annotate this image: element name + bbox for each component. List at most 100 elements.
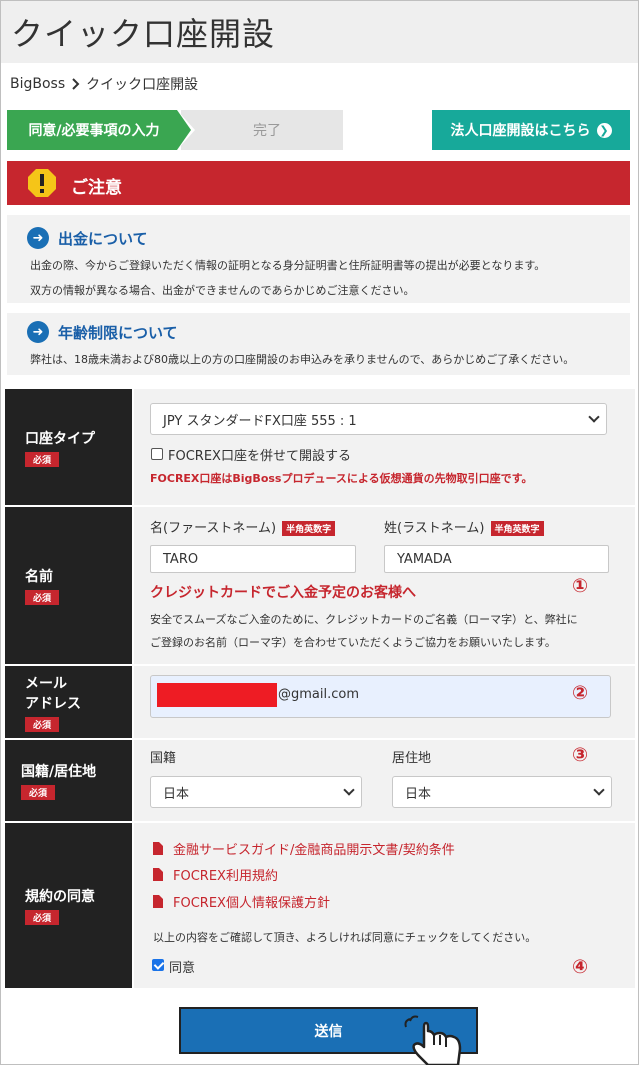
terms-link-2-label: FOCREX利用規約	[173, 869, 278, 884]
email-value: @gmail.com	[278, 687, 360, 702]
withdrawal-line-1: 出金の際、今からご登録いただく情報の証明となる身分証明書と住所証明書等の提出が必…	[30, 259, 546, 272]
last-name-input[interactable]: YAMADA	[384, 545, 609, 573]
credit-card-note: 安全でスムーズなご入金のために、クレジットカードのご名義（ローマ字）と、弊社に …	[150, 608, 578, 654]
document-icon	[153, 842, 163, 855]
required-badge: 必須	[21, 785, 55, 800]
email-cell: @gmail.com ②	[134, 666, 635, 738]
withdrawal-info-box: ➜ 出金について 出金の際、今からご登録いただく情報の証明となる身分証明書と住所…	[7, 215, 630, 303]
terms-link-1[interactable]: 金融サービスガイド/金融商品開示文書/契約条件	[153, 839, 455, 858]
required-badge: 必須	[25, 910, 59, 925]
progress-steps: 同意/必要事項の入力 完了	[7, 110, 343, 150]
country-label-cell: 国籍/居住地 必須	[5, 740, 132, 821]
marker-4: ④	[572, 956, 589, 978]
credit-card-heading: クレジットカードでご入金予定のお客様へ	[150, 585, 416, 601]
marker-2: ②	[572, 682, 589, 704]
breadcrumb-current: クイック口座開設	[86, 77, 199, 93]
title-bar: クイック口座開設	[1, 1, 638, 63]
notice-title: ご注意	[71, 178, 122, 198]
page-title: クイック口座開設	[11, 15, 276, 53]
credit-card-note-line-1: 安全でスムーズなご入金のために、クレジットカードのご名義（ローマ字）と、弊社に	[150, 613, 578, 626]
corporate-account-label: 法人口座開設はこちら	[450, 123, 591, 139]
email-label-line-2: アドレス	[25, 695, 81, 712]
terms-label: 規約の同意	[25, 889, 95, 905]
terms-instruction: 以上の内容をご確認して頂き、よろしければ同意にチェックをしてください。	[153, 931, 537, 944]
focrex-note: FOCREX口座はBigBossプロデュースによる仮想通貨の先物取引口座です。	[150, 472, 533, 485]
step-complete: 完了	[181, 110, 343, 150]
corporate-account-button[interactable]: 法人口座開設はこちら ❯	[432, 110, 630, 150]
terms-cell: 金融サービスガイド/金融商品開示文書/契約条件 FOCREX利用規約 FOCRE…	[134, 823, 635, 988]
pointing-hand-cursor-icon	[404, 1015, 462, 1065]
residence-value: 日本	[405, 786, 432, 802]
account-type-select[interactable]: JPY スタンダードFX口座 555 : 1	[150, 403, 607, 435]
last-name-value: YAMADA	[397, 551, 452, 567]
name-label-cell: 名前 必須	[5, 507, 132, 664]
notice-banner: ご注意	[7, 161, 630, 205]
first-name-label-wrap: 名(ファーストネーム) 半角英数字	[150, 517, 336, 536]
email-row: メール アドレス 必須 @gmail.com ②	[5, 666, 635, 738]
required-badge: 必須	[25, 451, 59, 467]
required-badge: 必須	[25, 716, 59, 732]
step-arrow	[177, 110, 191, 150]
first-name-input[interactable]: TARO	[150, 545, 356, 573]
terms-link-3-label: FOCREX個人情報保護方針	[173, 896, 330, 911]
account-type-cell: JPY スタンダードFX口座 555 : 1 FOCREX口座を併せて開設する …	[134, 389, 635, 505]
account-type-label-cell: 口座タイプ 必須	[5, 389, 132, 505]
name-cell: 名(ファーストネーム) 半角英数字 姓(ラストネーム) 半角英数字 TARO YAM…	[134, 507, 635, 664]
first-name-label: 名(ファーストネーム)	[150, 521, 277, 536]
age-title: 年齢制限について	[58, 323, 178, 342]
marker-1: ①	[572, 575, 589, 597]
age-heading[interactable]: ➜ 年齢制限について	[27, 321, 178, 343]
terms-link-3[interactable]: FOCREX個人情報保護方針	[153, 892, 330, 911]
email-label-line-1: メール	[25, 675, 67, 692]
focrex-checkbox[interactable]	[151, 448, 163, 460]
terms-row: 規約の同意 必須 金融サービスガイド/金融商品開示文書/契約条件 FOCREX利…	[5, 823, 635, 988]
chevron-down-icon	[593, 784, 605, 796]
withdrawal-text: 出金の際、今からご登録いただく情報の証明となる身分証明書と住所証明書等の提出が必…	[30, 253, 545, 303]
half-width-tag: 半角英数字	[282, 521, 336, 536]
last-name-label: 姓(ラストネーム)	[384, 521, 485, 536]
breadcrumb-home-link[interactable]: BigBoss	[10, 76, 65, 92]
age-line-1: 弊社は、18歳未満および80歳以上の方の口座開設のお申込みを承りませんので、あら…	[30, 353, 575, 366]
account-type-row: 口座タイプ 必須 JPY スタンダードFX口座 555 : 1 FOCREX口座…	[5, 389, 635, 505]
terms-link-1-label: 金融サービスガイド/金融商品開示文書/契約条件	[173, 843, 455, 858]
account-type-label: 口座タイプ	[25, 430, 95, 447]
submit-label: 送信	[314, 1023, 343, 1040]
name-row: 名前 必須 名(ファーストネーム) 半角英数字 姓(ラストネーム) 半角英数字 TA…	[5, 507, 635, 664]
marker-3: ③	[572, 744, 589, 766]
breadcrumb: BigBoss クイック口座開設	[10, 74, 198, 94]
agree-label: 同意	[169, 961, 196, 976]
credit-card-note-line-2: ご登録のお名前（ローマ字）を合わせていただくようご協力をお願いいたします。	[150, 636, 556, 649]
chevron-down-icon	[343, 784, 355, 796]
arrow-right-circle-icon: ❯	[596, 122, 612, 138]
withdrawal-heading[interactable]: ➜ 出金について	[27, 227, 148, 249]
email-label-cell: メール アドレス 必須	[5, 666, 132, 738]
agree-checkbox[interactable]	[152, 959, 164, 971]
last-name-label-wrap: 姓(ラストネーム) 半角英数字	[384, 517, 544, 536]
withdrawal-title: 出金について	[58, 229, 148, 248]
step-input: 同意/必要事項の入力	[7, 110, 177, 150]
focrex-checkbox-label: FOCREX口座を併せて開設する	[168, 449, 351, 464]
required-badge: 必須	[25, 590, 59, 605]
document-icon	[153, 895, 163, 908]
country-label: 国籍/居住地	[21, 764, 97, 780]
country-cell: 国籍 居住地 ③ 日本 日本	[134, 740, 635, 821]
chevron-down-icon	[588, 411, 600, 423]
terms-link-2[interactable]: FOCREX利用規約	[153, 865, 278, 884]
nationality-value: 日本	[163, 786, 190, 802]
age-info-box: ➜ 年齢制限について 弊社は、18歳未満および80歳以上の方の口座開設のお申込み…	[7, 313, 630, 375]
arrow-right-circle-icon: ➜	[27, 227, 49, 249]
residence-label: 居住地	[392, 751, 432, 766]
withdrawal-line-2: 双方の情報が異なる場合、出金ができませんのであらかじめご注意ください。	[30, 284, 415, 297]
residence-select[interactable]: 日本	[392, 776, 612, 808]
nationality-select[interactable]: 日本	[150, 776, 362, 808]
nationality-label: 国籍	[150, 751, 177, 766]
age-text: 弊社は、18歳未満および80歳以上の方の口座開設のお申込みを承りませんので、あら…	[30, 347, 574, 372]
chevron-right-icon	[72, 78, 80, 90]
email-input[interactable]: @gmail.com	[150, 675, 611, 718]
warning-icon	[28, 169, 56, 197]
country-row: 国籍/居住地 必須 国籍 居住地 ③ 日本 日本	[5, 740, 635, 821]
half-width-tag: 半角英数字	[490, 521, 544, 536]
email-redaction	[157, 683, 277, 707]
account-type-value: JPY スタンダードFX口座 555 : 1	[163, 413, 357, 429]
document-icon	[153, 868, 163, 881]
